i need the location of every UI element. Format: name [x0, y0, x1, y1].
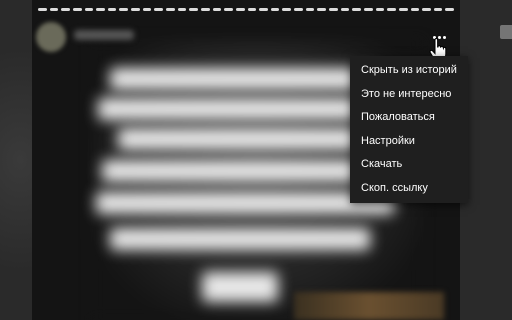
menu-item-not-interested[interactable]: Это не интересно — [350, 83, 468, 107]
story-options-menu: Скрыть из историй Это не интересно Пожал… — [350, 56, 468, 203]
story-image-blurred — [294, 292, 444, 320]
menu-item-settings[interactable]: Настройки — [350, 130, 468, 154]
menu-item-copy-link[interactable]: Скоп. ссылку — [350, 177, 468, 201]
menu-item-hide-from-stories[interactable]: Скрыть из историй — [350, 59, 468, 83]
side-panel-icon[interactable] — [500, 25, 512, 39]
menu-item-download[interactable]: Скачать — [350, 153, 468, 177]
menu-item-report[interactable]: Пожаловаться — [350, 106, 468, 130]
